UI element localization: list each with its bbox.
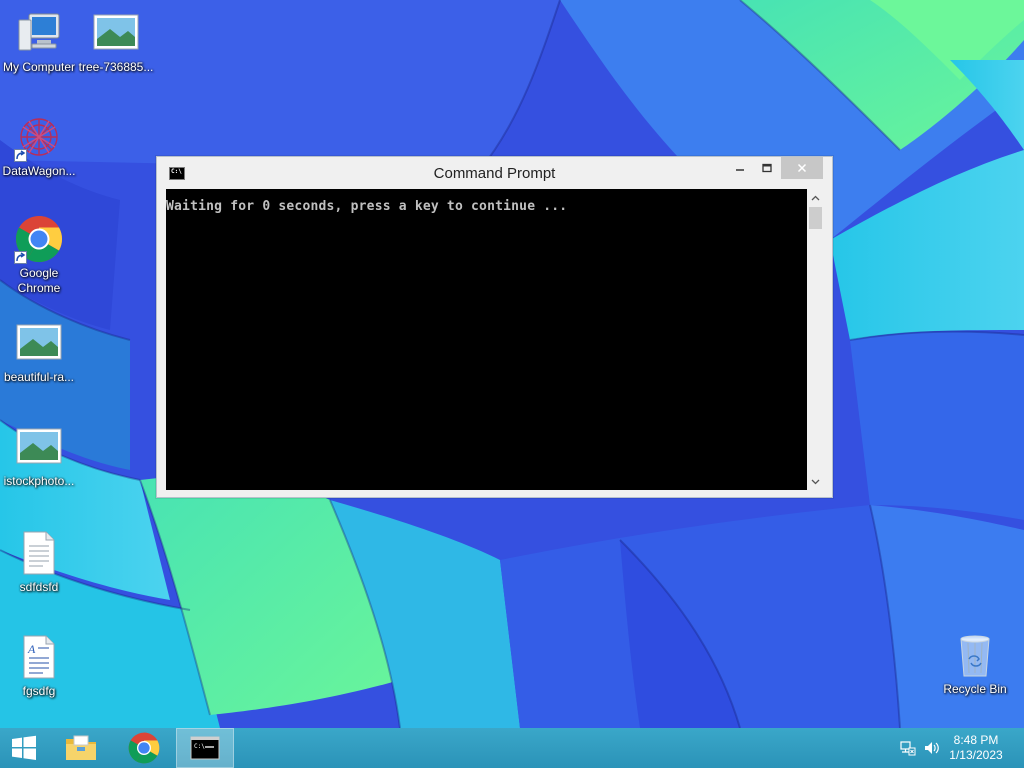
system-tray: 8:48 PM 1/13/2023 xyxy=(884,728,1024,768)
maximize-icon xyxy=(762,163,772,173)
desktop-icon-tree-image[interactable]: tree-736885... xyxy=(77,8,155,75)
console-output-area[interactable]: Waiting for 0 seconds, press a key to co… xyxy=(166,189,807,490)
volume-icon[interactable] xyxy=(924,740,942,761)
desktop-icon-label: beautiful-ra... xyxy=(3,370,75,384)
chrome-icon xyxy=(128,732,160,764)
shortcut-arrow-icon xyxy=(14,251,27,264)
chrome-icon xyxy=(14,214,64,264)
minimize-button[interactable] xyxy=(727,157,752,179)
scrollbar-thumb[interactable] xyxy=(809,207,822,229)
desktop-icon-datawagon[interactable]: DataWagon... xyxy=(0,112,78,179)
desktop-icon-label: tree-736885... xyxy=(78,60,154,74)
command-prompt-window[interactable]: C:\ Command Prompt Waiting for 0 seconds… xyxy=(156,156,833,498)
image-file-icon xyxy=(14,422,64,472)
vertical-scrollbar[interactable] xyxy=(807,189,824,490)
console-text-line: Waiting for 0 seconds, press a key to co… xyxy=(166,199,568,214)
desktop-icon-label: fgsdfg xyxy=(22,684,56,698)
taskbar: C:\ 8:48 PM 1/13/2023 xyxy=(0,728,1024,768)
desktop-icon-label: Google Chrome xyxy=(17,266,61,295)
desktop-icon-label: sdfdsfd xyxy=(19,580,59,594)
desktop-icon-fgsdfg[interactable]: A fgsdfg xyxy=(0,632,78,699)
window-titlebar[interactable]: C:\ Command Prompt xyxy=(157,157,832,189)
network-icon[interactable] xyxy=(900,740,916,761)
start-icon xyxy=(12,735,36,760)
taskbar-file-explorer[interactable] xyxy=(56,728,106,768)
taskbar-google-chrome[interactable] xyxy=(118,728,170,768)
scroll-up-button[interactable] xyxy=(807,189,824,206)
recycle-bin-icon xyxy=(950,630,1000,680)
scroll-down-button[interactable] xyxy=(807,473,824,490)
file-explorer-icon xyxy=(66,735,96,760)
desktop-icon-label: Recycle Bin xyxy=(943,682,1007,696)
desktop-icon-istockphoto-image[interactable]: istockphoto... xyxy=(0,422,78,489)
taskbar-command-prompt[interactable]: C:\ xyxy=(176,728,234,768)
desktop-icon-recycle-bin[interactable]: Recycle Bin xyxy=(936,630,1014,697)
close-button[interactable] xyxy=(781,157,823,179)
minimize-icon xyxy=(735,169,744,171)
desktop-icon-my-computer[interactable]: My Computer xyxy=(0,8,78,75)
start-button[interactable] xyxy=(0,728,48,768)
svg-text:A: A xyxy=(27,642,36,656)
desktop-icon-label: DataWagon... xyxy=(2,164,76,178)
desktop-icon-sdfdsfd[interactable]: sdfdsfd xyxy=(0,528,78,595)
datawagon-shortcut-icon xyxy=(14,112,64,162)
clock-date: 1/13/2023 xyxy=(949,748,1003,762)
chevron-up-icon xyxy=(811,195,820,200)
taskbar-clock[interactable]: 8:48 PM 1/13/2023 xyxy=(944,733,1008,763)
wordpad-file-icon: A xyxy=(14,632,64,682)
desktop-icon-label: My Computer xyxy=(2,60,76,74)
clock-time: 8:48 PM xyxy=(953,733,999,747)
desktop-icon-beautiful-image[interactable]: beautiful-ra... xyxy=(0,318,78,385)
computer-icon xyxy=(14,8,64,58)
chevron-down-icon xyxy=(811,479,820,484)
desktop-icon-google-chrome[interactable]: Google Chrome xyxy=(0,214,78,296)
image-file-icon xyxy=(14,318,64,368)
maximize-button[interactable] xyxy=(754,157,780,179)
command-prompt-icon: C:\ xyxy=(190,736,220,760)
svg-text:C:\: C:\ xyxy=(194,743,205,750)
shortcut-arrow-icon xyxy=(14,149,27,162)
desktop-icon-label: istockphoto... xyxy=(3,474,75,488)
close-icon xyxy=(797,163,807,173)
text-file-icon xyxy=(14,528,64,578)
image-file-icon xyxy=(91,8,141,58)
